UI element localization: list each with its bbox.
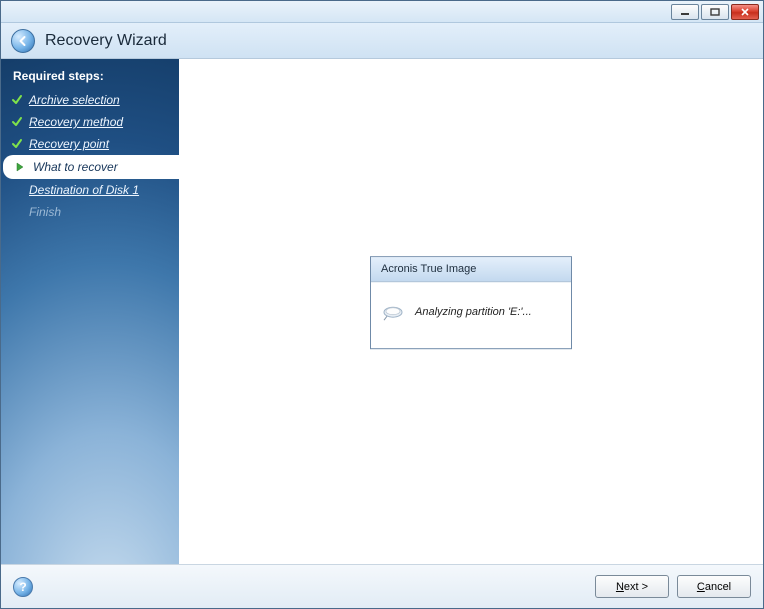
step-label: Destination of Disk 1 xyxy=(29,183,139,197)
maximize-button[interactable] xyxy=(701,4,729,20)
back-button[interactable] xyxy=(11,29,35,53)
content-area: Acronis True Image Analyzing partition '… xyxy=(179,59,763,564)
dialog-message: Analyzing partition 'E:'... xyxy=(415,306,532,318)
wizard-body: Required steps: Archive selection Recove… xyxy=(1,59,763,564)
cancel-label: ancel xyxy=(705,581,731,593)
check-icon xyxy=(11,94,23,106)
next-button[interactable]: Next > xyxy=(595,575,669,598)
minimize-button[interactable] xyxy=(671,4,699,20)
step-label: What to recover xyxy=(33,160,118,174)
sidebar-header: Required steps: xyxy=(1,65,179,89)
close-button[interactable] xyxy=(731,4,759,20)
step-label: Finish xyxy=(29,205,61,219)
help-button[interactable]: ? xyxy=(13,577,33,597)
arrow-right-icon xyxy=(13,160,27,174)
window-titlebar xyxy=(1,1,763,23)
progress-dialog: Acronis True Image Analyzing partition '… xyxy=(370,256,572,349)
step-label: Recovery point xyxy=(29,137,109,151)
check-icon xyxy=(11,138,23,150)
next-label: ext > xyxy=(624,581,648,593)
cancel-button[interactable]: Cancel xyxy=(677,575,751,598)
wizard-footer: ? Next > Cancel xyxy=(1,564,763,608)
sidebar: Required steps: Archive selection Recove… xyxy=(1,59,179,564)
step-archive-selection[interactable]: Archive selection xyxy=(1,89,179,111)
step-label: Archive selection xyxy=(29,93,120,107)
check-icon xyxy=(11,116,23,128)
step-recovery-point[interactable]: Recovery point xyxy=(1,133,179,155)
step-recovery-method[interactable]: Recovery method xyxy=(1,111,179,133)
step-what-to-recover[interactable]: What to recover xyxy=(3,155,179,179)
help-icon: ? xyxy=(19,580,26,594)
wizard-header: Recovery Wizard xyxy=(1,23,763,59)
step-destination-disk-1[interactable]: Destination of Disk 1 xyxy=(1,179,179,201)
dialog-body: Analyzing partition 'E:'... xyxy=(371,282,571,348)
step-label: Recovery method xyxy=(29,115,123,129)
dialog-title: Acronis True Image xyxy=(371,257,571,282)
wizard-title: Recovery Wizard xyxy=(45,32,167,50)
step-finish: Finish xyxy=(1,201,179,223)
spinner-icon xyxy=(381,302,405,322)
